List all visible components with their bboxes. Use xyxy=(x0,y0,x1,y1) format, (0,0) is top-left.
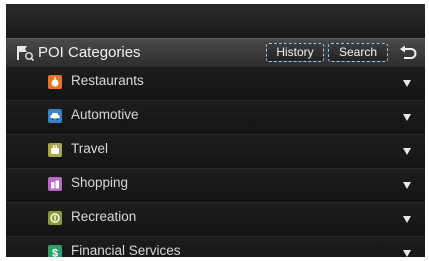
car-icon xyxy=(48,109,62,123)
poi-category-list: Restaurants Automotive Travel Shopping R… xyxy=(6,67,425,257)
category-row-shopping[interactable]: Shopping xyxy=(6,169,425,203)
restaurant-icon xyxy=(48,75,62,89)
dropdown-arrow-icon[interactable] xyxy=(403,182,411,189)
dropdown-arrow-icon[interactable] xyxy=(403,114,411,121)
dropdown-arrow-icon[interactable] xyxy=(403,216,411,223)
category-row-travel[interactable]: Travel xyxy=(6,135,425,169)
suitcase-icon xyxy=(48,143,62,157)
dropdown-arrow-icon[interactable] xyxy=(403,250,411,257)
category-row-financial-services[interactable]: $ Financial Services xyxy=(6,237,425,257)
dropdown-arrow-icon[interactable] xyxy=(403,80,411,87)
category-label: Shopping xyxy=(71,175,129,190)
title-bar: POI Categories History Search xyxy=(6,38,425,68)
dollar-icon: $ xyxy=(48,245,62,257)
recreation-icon xyxy=(48,211,62,225)
back-icon[interactable] xyxy=(398,44,418,62)
navigation-screen: POI Categories History Search Restaurant… xyxy=(6,4,425,257)
category-row-recreation[interactable]: Recreation xyxy=(6,203,425,237)
page-title: POI Categories xyxy=(38,44,141,61)
category-label: Travel xyxy=(71,141,109,156)
category-label: Restaurants xyxy=(71,73,144,88)
poi-flag-icon xyxy=(16,45,35,62)
category-row-automotive[interactable]: Automotive xyxy=(6,101,425,135)
category-label: Financial Services xyxy=(71,243,181,257)
history-button[interactable]: History xyxy=(266,43,324,62)
category-label: Recreation xyxy=(71,209,137,224)
search-button[interactable]: Search xyxy=(328,43,388,62)
svg-text:$: $ xyxy=(52,248,58,258)
shopping-bag-icon xyxy=(48,177,62,191)
category-row-restaurants[interactable]: Restaurants xyxy=(6,67,425,101)
category-label: Automotive xyxy=(71,107,139,122)
dropdown-arrow-icon[interactable] xyxy=(403,148,411,155)
